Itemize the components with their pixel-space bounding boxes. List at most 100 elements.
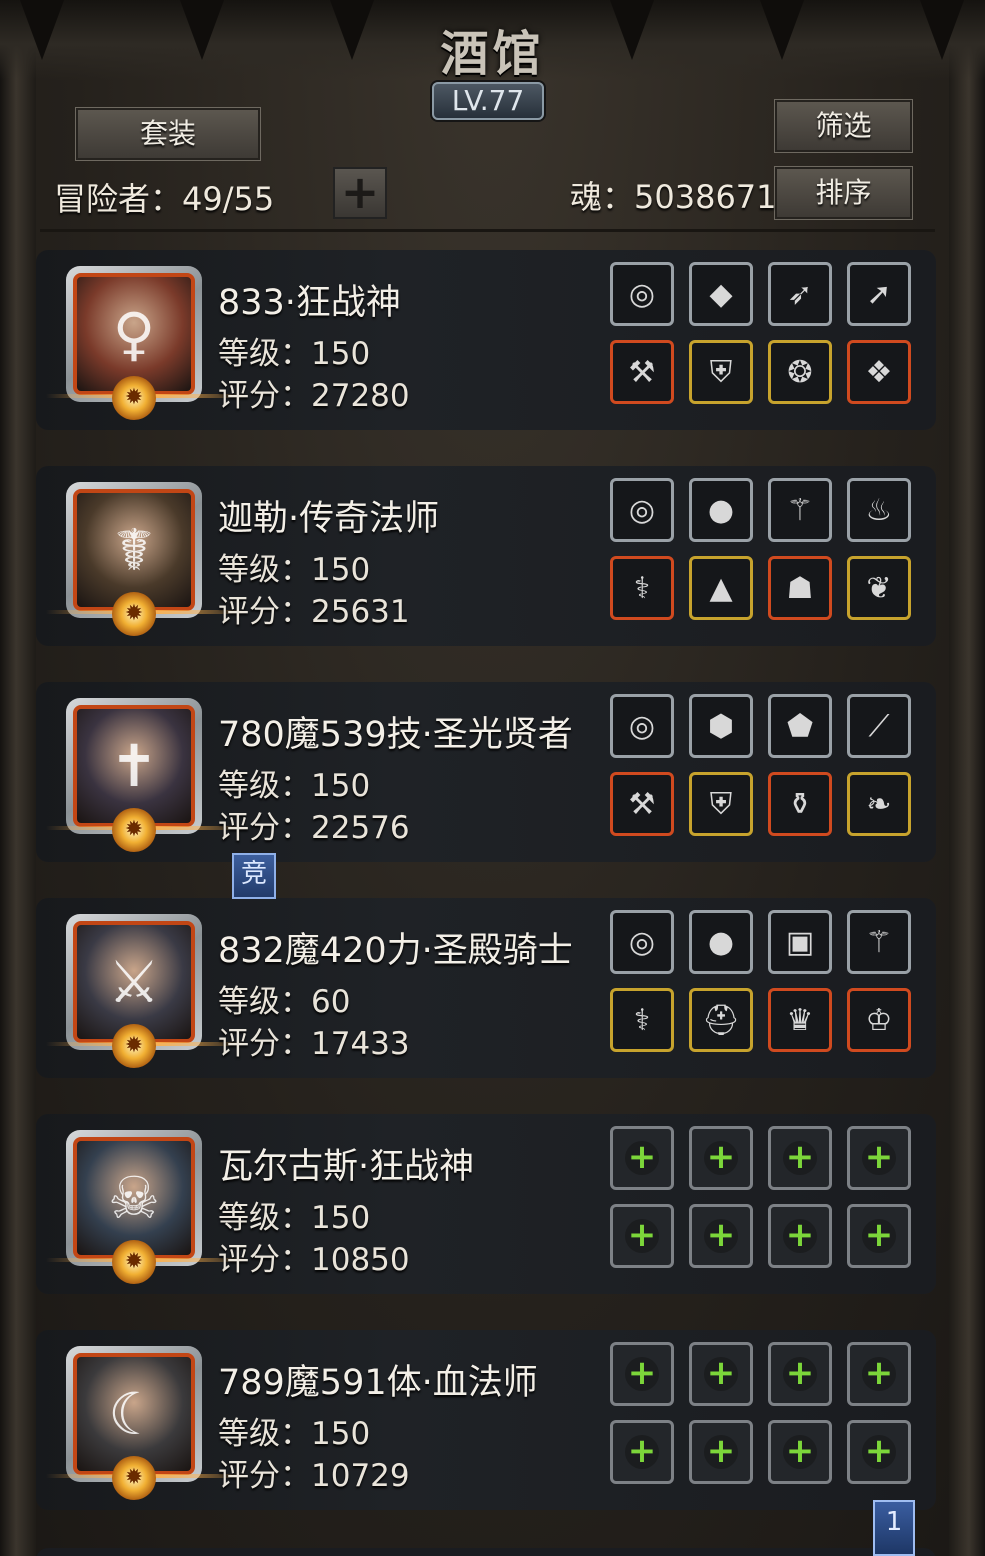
hero-card[interactable]: ☠ ✹ 瓦尔古斯·狂战神 等级：150 评分：10850 + + + + + + + + [36, 1114, 936, 1294]
equipment-slot[interactable]: ⚚ [847, 910, 911, 974]
stone-icon: ⬢ [707, 708, 735, 744]
equipment-slot[interactable]: ❖ [847, 340, 911, 404]
equipment-grid: ◎ ● ⚚ ♨ ⚕ ▲ ☗ ❦ [610, 478, 918, 620]
set-button[interactable]: 套装 [75, 107, 261, 161]
filter-button[interactable]: 筛选 [774, 99, 913, 153]
empty-equipment-slot[interactable]: + [768, 1342, 832, 1406]
equipment-slot[interactable]: ♔ [847, 988, 911, 1052]
empty-equipment-slot[interactable]: + [610, 1420, 674, 1484]
empty-equipment-slot[interactable]: + [847, 1342, 911, 1406]
equipment-slot[interactable]: ➚ [847, 262, 911, 326]
competitive-tag[interactable]: 竞 [232, 853, 276, 899]
hero-score: 评分：25631 [218, 594, 410, 630]
spear-icon: ➚ [866, 276, 892, 312]
equipment-slot[interactable]: ● [689, 478, 753, 542]
ring-icon: ◎ [628, 492, 656, 528]
equipment-slot[interactable]: ❦ [847, 556, 911, 620]
equipment-slot[interactable]: ⬟ [768, 694, 832, 758]
equipment-slot[interactable]: ▣ [768, 910, 832, 974]
hero-name: 789魔591体·血法师 [218, 1363, 538, 1403]
equipment-slot[interactable]: ➶ [768, 262, 832, 326]
hero-card[interactable]: ⚔ ✹ 832魔420力·圣殿骑士 等级：60 评分：17433 ◎ ● ▣ ⚚ ⚕ ⛑ ♛ ♔ [36, 898, 936, 1078]
wand-icon: ⟋ [868, 708, 890, 744]
sort-button[interactable]: 排序 [774, 166, 913, 220]
empty-equipment-slot[interactable]: + [610, 1342, 674, 1406]
add-equipment-icon: + [783, 1218, 817, 1253]
equipment-slot[interactable]: ◆ [689, 262, 753, 326]
hero-card[interactable]: ♀ ✹ 833·狂战神 等级：150 评分：27280 ◎ ◆ ➶ ➚ ⚒ ⛨ ❂ ❖ [36, 250, 936, 430]
hero-card[interactable]: ☾ ✹ 789魔591体·血法师 等级：150 评分：10729 + + + + + + + + [36, 1330, 936, 1510]
empty-equipment-slot[interactable]: + [768, 1126, 832, 1190]
equipment-slot[interactable]: ● [689, 910, 753, 974]
equipment-slot[interactable]: ♛ [768, 988, 832, 1052]
equipment-slot[interactable]: ⛨ [689, 772, 753, 836]
crown-icon: ♛ [786, 1002, 814, 1038]
equipment-slot[interactable]: ⚱ [768, 772, 832, 836]
hero-level: 等级：150 [218, 336, 371, 372]
add-equipment-icon: + [783, 1356, 817, 1391]
equipment-slot[interactable]: ◎ [610, 910, 674, 974]
potion-icon: ⚱ [787, 786, 813, 822]
cloak-icon: ❖ [865, 354, 893, 390]
hero-card[interactable]: ✝ ✹ 780魔539技·圣光贤者 等级：150 评分：22576 ◎ ⬢ ⬟ ⟋ ⚒ ⛨ ⚱ ❧ [36, 682, 936, 862]
equipment-grid: + + + + + + + + [610, 1342, 918, 1484]
mace-icon: ⚒ [628, 786, 656, 822]
add-equipment-icon: + [783, 1434, 817, 1469]
equipment-slot[interactable]: ♨ [847, 478, 911, 542]
page-marker[interactable]: 1 [873, 1500, 915, 1556]
hero-name: 833·狂战神 [218, 283, 401, 323]
equipment-slot[interactable]: ⟋ [847, 694, 911, 758]
amulet-icon: ❦ [866, 570, 892, 606]
equipment-slot[interactable]: ⚚ [768, 478, 832, 542]
chest-icon: ▣ [785, 924, 815, 960]
add-equipment-icon: + [862, 1140, 896, 1175]
equipment-slot[interactable]: ◎ [610, 262, 674, 326]
add-equipment-icon: + [704, 1434, 738, 1469]
hero-card[interactable]: ☤ ✹ 迦勒·传奇法师 等级：150 评分：25631 ◎ ● ⚚ ♨ ⚕ ▲ ☗ ❦ [36, 466, 936, 646]
scepter-icon: ⚚ [786, 492, 814, 528]
star-emblem-icon: ✹ [112, 376, 156, 420]
page-title: 酒馆 [440, 26, 545, 82]
equipment-slot[interactable]: ◎ [610, 478, 674, 542]
gem-icon: ◆ [709, 276, 733, 312]
equipment-slot[interactable]: ☗ [768, 556, 832, 620]
equipment-grid: ◎ ● ▣ ⚚ ⚕ ⛑ ♛ ♔ [610, 910, 918, 1052]
equipment-slot[interactable]: ❧ [847, 772, 911, 836]
add-equipment-icon: + [862, 1218, 896, 1253]
empty-equipment-slot[interactable]: + [689, 1204, 753, 1268]
equipment-slot[interactable]: ⚕ [610, 556, 674, 620]
empty-equipment-slot[interactable]: + [689, 1342, 753, 1406]
empty-equipment-slot[interactable]: + [610, 1204, 674, 1268]
empty-equipment-slot[interactable]: + [689, 1126, 753, 1190]
equipment-slot[interactable]: ⚒ [610, 772, 674, 836]
empty-equipment-slot[interactable]: + [689, 1420, 753, 1484]
empty-equipment-slot[interactable]: + [847, 1204, 911, 1268]
star-emblem-icon: ✹ [112, 592, 156, 636]
hero-score: 评分：22576 [218, 810, 410, 846]
equipment-slot[interactable]: ⚕ [610, 988, 674, 1052]
mask-icon: ☗ [786, 570, 814, 606]
empty-equipment-slot[interactable]: + [768, 1204, 832, 1268]
equipment-slot[interactable]: ⬢ [689, 694, 753, 758]
add-adventurer-button[interactable]: + [333, 167, 387, 219]
bow-icon: ➶ [787, 276, 813, 312]
empty-equipment-slot[interactable]: + [768, 1420, 832, 1484]
equipment-slot[interactable]: ❂ [768, 340, 832, 404]
scepter-icon: ⚚ [865, 924, 893, 960]
hero-name: 迦勒·传奇法师 [218, 499, 440, 539]
equipment-slot[interactable]: ▲ [689, 556, 753, 620]
equipment-grid: ◎ ⬢ ⬟ ⟋ ⚒ ⛨ ⚱ ❧ [610, 694, 918, 836]
equipment-slot[interactable]: ⛑ [689, 988, 753, 1052]
equipment-slot[interactable]: ⛨ [689, 340, 753, 404]
orb-icon: ● [707, 492, 735, 528]
header-divider [40, 229, 935, 232]
ring-icon: ◎ [628, 708, 656, 744]
staff-icon: ⚕ [633, 1002, 651, 1038]
add-equipment-icon: + [862, 1434, 896, 1469]
armor-icon: ⛨ [709, 354, 733, 390]
equipment-slot[interactable]: ◎ [610, 694, 674, 758]
empty-equipment-slot[interactable]: + [610, 1126, 674, 1190]
equipment-slot[interactable]: ⚒ [610, 340, 674, 404]
empty-equipment-slot[interactable]: + [847, 1126, 911, 1190]
empty-equipment-slot[interactable]: + [847, 1420, 911, 1484]
